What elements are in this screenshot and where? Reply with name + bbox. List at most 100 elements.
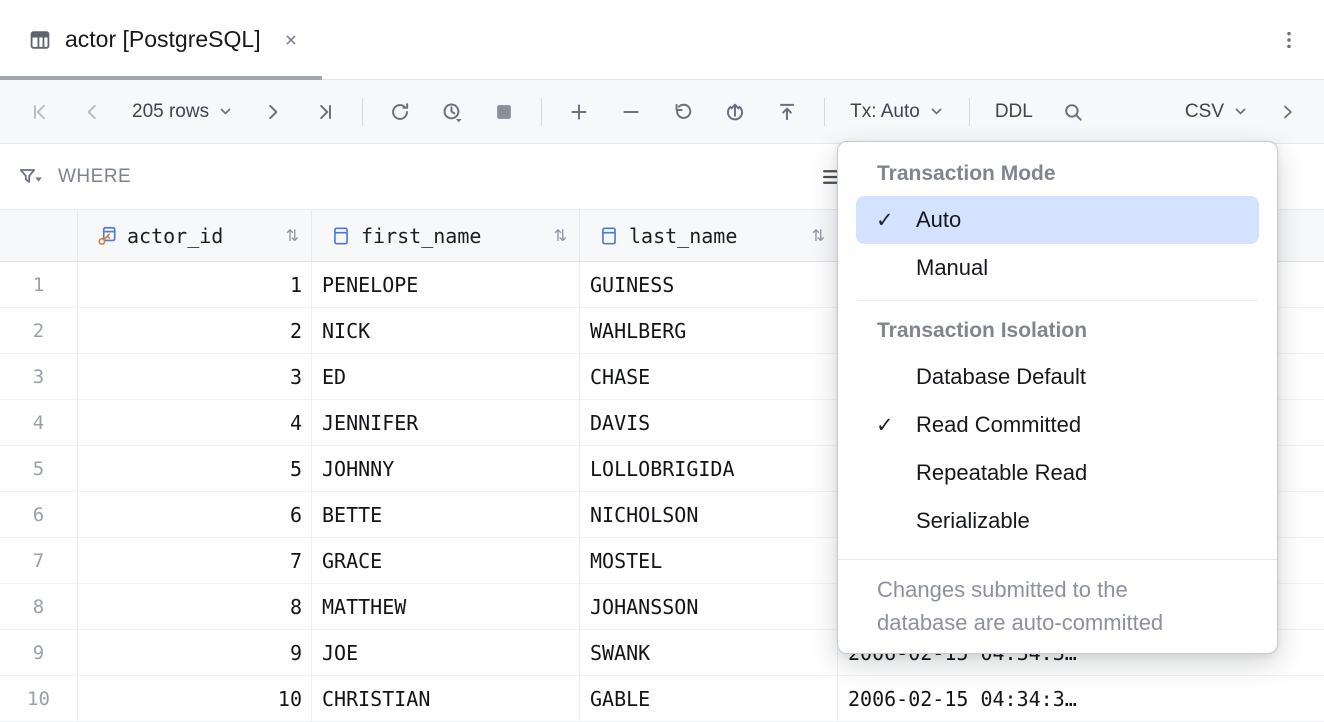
ddl-button[interactable]: DDL bbox=[987, 92, 1041, 132]
cell-actor-id[interactable]: 8 bbox=[78, 584, 312, 630]
cell-last-name[interactable]: WAHLBERG bbox=[580, 308, 838, 354]
cell-last-name[interactable]: GABLE bbox=[580, 676, 838, 722]
column-header-first-name[interactable]: first_name ⇅ bbox=[312, 210, 580, 261]
previous-page-button[interactable] bbox=[72, 92, 112, 132]
transaction-mode-popup: Transaction Mode ✓ Auto Manual Transacti… bbox=[837, 141, 1278, 654]
column-header-actor-id[interactable]: actor_id ⇅ bbox=[78, 210, 312, 261]
active-tab-underline bbox=[0, 76, 322, 80]
next-page-button[interactable] bbox=[253, 92, 293, 132]
ddl-label: DDL bbox=[995, 101, 1033, 123]
cell-last-name[interactable]: GUINESS bbox=[580, 262, 838, 308]
where-clause-input[interactable]: WHERE bbox=[58, 166, 131, 188]
table-row[interactable]: 10 10 CHRISTIAN GABLE 2006-02-15 04:34:3… bbox=[0, 676, 1324, 722]
popup-footer-text: Changes submitted to the database are au… bbox=[877, 573, 1207, 639]
cell-actor-id[interactable]: 10 bbox=[78, 676, 312, 722]
cell-actor-id[interactable]: 7 bbox=[78, 538, 312, 584]
push-icon[interactable] bbox=[767, 92, 807, 132]
cell-first-name[interactable]: CHRISTIAN bbox=[312, 676, 580, 722]
cell-last-name[interactable]: JOHANSSON bbox=[580, 584, 838, 630]
cell-first-name[interactable]: JOE bbox=[312, 630, 580, 676]
toolbar-separator bbox=[362, 98, 363, 126]
cell-last-update[interactable]: 2006-02-15 04:34:3… bbox=[838, 676, 1324, 722]
cell-first-name[interactable]: JOHNNY bbox=[312, 446, 580, 492]
data-editor-toolbar: 205 rows bbox=[0, 80, 1324, 144]
last-page-button[interactable] bbox=[305, 92, 345, 132]
popup-item-label: Auto bbox=[916, 207, 961, 233]
popup-menu-item[interactable]: Serializable bbox=[856, 497, 1259, 545]
page-size-dropdown[interactable]: 205 rows bbox=[124, 92, 241, 132]
popup-section-header: Transaction Isolation bbox=[838, 309, 1277, 353]
tab-title: actor [PostgreSQL] bbox=[65, 26, 261, 53]
cell-actor-id[interactable]: 2 bbox=[78, 308, 312, 354]
popup-menu-item[interactable]: Database Default bbox=[856, 353, 1259, 401]
checkmark-icon: ✓ bbox=[876, 208, 906, 232]
row-number: 10 bbox=[0, 676, 78, 722]
sort-updown-icon[interactable]: ⇅ bbox=[812, 226, 827, 245]
stop-icon[interactable] bbox=[484, 92, 524, 132]
cell-last-name[interactable]: DAVIS bbox=[580, 400, 838, 446]
sort-updown-icon[interactable]: ⇅ bbox=[554, 226, 569, 245]
popup-menu-item[interactable]: ✓ Read Committed bbox=[856, 401, 1259, 449]
popup-item-label: Database Default bbox=[916, 364, 1086, 390]
tx-mode-label: Tx: Auto bbox=[850, 101, 920, 123]
submit-icon[interactable] bbox=[715, 92, 755, 132]
primary-key-icon bbox=[96, 225, 118, 247]
column-header-last-name[interactable]: last_name ⇅ bbox=[580, 210, 838, 261]
refresh-icon[interactable] bbox=[380, 92, 420, 132]
row-number-header bbox=[0, 210, 78, 261]
cell-last-name[interactable]: SWANK bbox=[580, 630, 838, 676]
toolbar-separator bbox=[824, 98, 825, 126]
cell-first-name[interactable]: GRACE bbox=[312, 538, 580, 584]
schedule-clock-icon[interactable] bbox=[432, 92, 472, 132]
popup-menu-item[interactable]: ✓ Auto bbox=[856, 196, 1259, 244]
kebab-menu-icon[interactable] bbox=[1278, 29, 1300, 51]
cell-actor-id[interactable]: 3 bbox=[78, 354, 312, 400]
chevron-down-icon bbox=[218, 104, 233, 119]
first-page-button[interactable] bbox=[20, 92, 60, 132]
cell-actor-id[interactable]: 9 bbox=[78, 630, 312, 676]
tab-actor-postgresql[interactable]: actor [PostgreSQL] bbox=[0, 0, 322, 79]
cell-last-name[interactable]: CHASE bbox=[580, 354, 838, 400]
popup-menu-item[interactable]: Repeatable Read bbox=[856, 449, 1259, 497]
column-header-label: actor_id bbox=[127, 224, 223, 248]
page-size-label: 205 rows bbox=[132, 101, 209, 123]
cell-actor-id[interactable]: 1 bbox=[78, 262, 312, 308]
editor-tab-bar: actor [PostgreSQL] bbox=[0, 0, 1324, 80]
rollback-icon[interactable] bbox=[663, 92, 703, 132]
more-toolbar-chevron-icon[interactable] bbox=[1268, 92, 1308, 132]
add-row-icon[interactable] bbox=[559, 92, 599, 132]
filter-funnel-icon[interactable] bbox=[18, 166, 44, 188]
cell-actor-id[interactable]: 5 bbox=[78, 446, 312, 492]
delete-row-icon[interactable] bbox=[611, 92, 651, 132]
cell-actor-id[interactable]: 4 bbox=[78, 400, 312, 446]
cell-first-name[interactable]: MATTHEW bbox=[312, 584, 580, 630]
row-number: 5 bbox=[0, 446, 78, 492]
cell-last-name[interactable]: NICHOLSON bbox=[580, 492, 838, 538]
cell-first-name[interactable]: NICK bbox=[312, 308, 580, 354]
cell-first-name[interactable]: PENELOPE bbox=[312, 262, 580, 308]
cell-first-name[interactable]: ED bbox=[312, 354, 580, 400]
toolbar-separator bbox=[541, 98, 542, 126]
table-tab-icon bbox=[28, 28, 52, 52]
row-number: 1 bbox=[0, 262, 78, 308]
popup-item-label: Manual bbox=[916, 255, 988, 281]
popup-separator bbox=[858, 300, 1257, 301]
toolbar-separator bbox=[969, 98, 970, 126]
chevron-down-icon bbox=[1233, 104, 1248, 119]
checkmark-icon: ✓ bbox=[876, 413, 906, 437]
cell-first-name[interactable]: BETTE bbox=[312, 492, 580, 538]
cell-actor-id[interactable]: 6 bbox=[78, 492, 312, 538]
tx-mode-dropdown-button[interactable]: Tx: Auto bbox=[842, 92, 952, 132]
cell-last-name[interactable]: LOLLOBRIGIDA bbox=[580, 446, 838, 492]
popup-menu-item[interactable]: Manual bbox=[856, 244, 1259, 292]
cell-first-name[interactable]: JENNIFER bbox=[312, 400, 580, 446]
column-icon bbox=[330, 225, 352, 247]
close-tab-icon[interactable] bbox=[282, 31, 300, 49]
popup-item-label: Serializable bbox=[916, 508, 1030, 534]
row-number: 3 bbox=[0, 354, 78, 400]
cell-last-name[interactable]: MOSTEL bbox=[580, 538, 838, 584]
search-icon[interactable] bbox=[1053, 92, 1093, 132]
tx-popup-sections: Transaction Mode ✓ Auto Manual Transacti… bbox=[838, 152, 1277, 545]
export-format-dropdown[interactable]: CSV bbox=[1177, 92, 1256, 132]
sort-updown-icon[interactable]: ⇅ bbox=[286, 226, 301, 245]
